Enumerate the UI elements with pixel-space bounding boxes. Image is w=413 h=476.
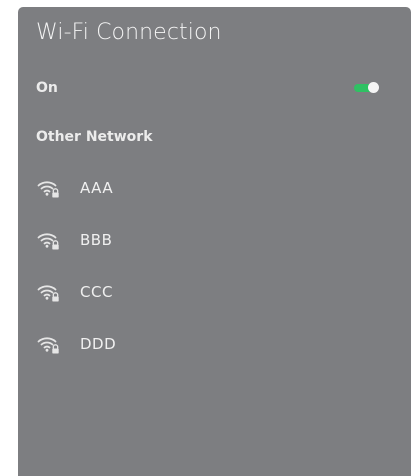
network-item-ccc[interactable]: CCC [18,276,411,328]
wifi-lock-icon [36,281,62,303]
wifi-on-row[interactable]: On [18,75,411,101]
wifi-connection-panel: Wi-Fi Connection On Other Network AAA BB… [18,7,411,476]
network-name: AAA [80,179,114,197]
wifi-lock-icon [36,229,62,251]
network-name: CCC [80,283,113,301]
wifi-on-label: On [36,80,58,96]
network-name: DDD [80,335,117,353]
wifi-lock-icon [36,177,62,199]
wifi-toggle-switch[interactable] [354,82,379,93]
toggle-knob [368,82,379,93]
panel-title: Wi-Fi Connection [36,20,222,45]
network-list: AAA BBB CCC DDD [18,172,411,380]
network-name: BBB [80,231,113,249]
network-item-bbb[interactable]: BBB [18,224,411,276]
other-network-label[interactable]: Other Network [36,127,153,147]
network-item-aaa[interactable]: AAA [18,172,411,224]
wifi-lock-icon [36,333,62,355]
network-item-ddd[interactable]: DDD [18,328,411,380]
